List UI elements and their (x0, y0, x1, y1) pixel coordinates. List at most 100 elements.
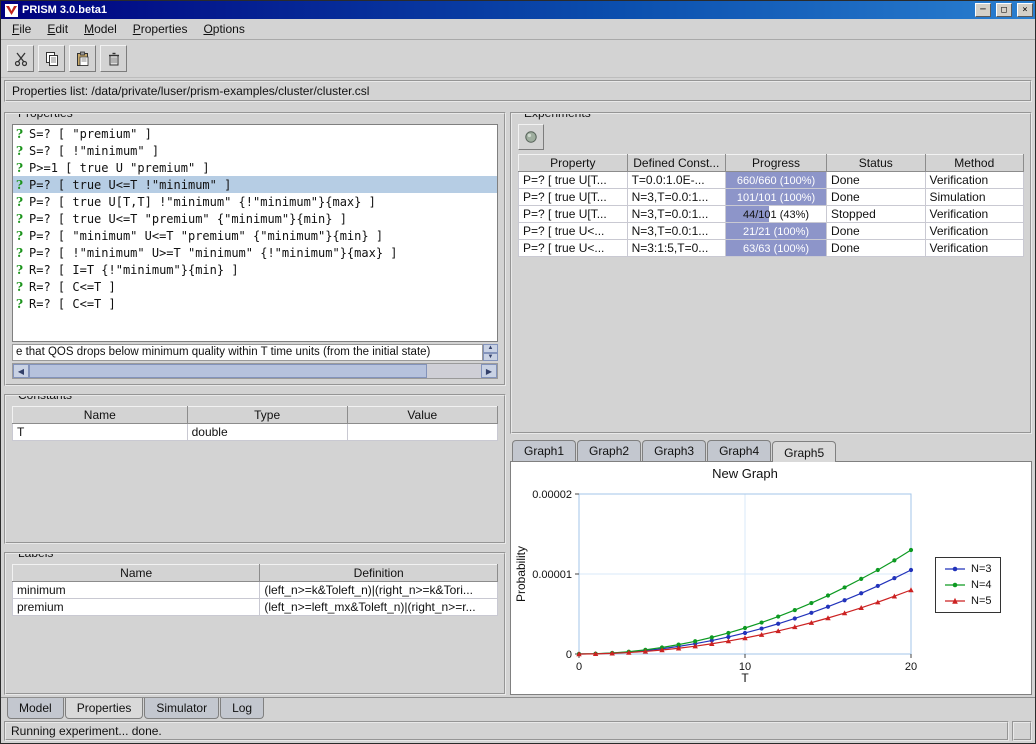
svg-text:20: 20 (905, 661, 917, 673)
menu-properties[interactable]: Properties (126, 19, 195, 39)
property-item[interactable]: ?P>=1 [ true U "premium" ] (13, 159, 497, 176)
property-item[interactable]: ?R=? [ C<=T ] (13, 278, 497, 295)
stop-experiment-button[interactable] (518, 124, 544, 150)
properties-list-path: Properties list: /data/private/luser/pri… (4, 80, 1032, 102)
tab-model[interactable]: Model (7, 698, 64, 719)
scroll-down-icon[interactable]: ▼ (483, 353, 498, 362)
constant-value[interactable] (347, 424, 497, 441)
legend-entry: N=3 (944, 563, 992, 575)
tab-graph1[interactable]: Graph1 (512, 440, 576, 461)
tab-graph5[interactable]: Graph5 (772, 441, 836, 462)
experiment-constants: N=3,T=0.0:1... (627, 189, 725, 206)
status-message: Running experiment... done. (4, 721, 1009, 741)
question-icon: ? (16, 246, 23, 260)
property-item[interactable]: ?S=? [ "premium" ] (13, 125, 497, 142)
window-title: PRISM 3.0.beta1 (22, 4, 970, 16)
tool-bar (1, 40, 1035, 78)
properties-panel-title: Properties (14, 112, 77, 121)
column-header[interactable]: Name (13, 565, 260, 582)
paste-button[interactable] (69, 45, 96, 72)
properties-list[interactable]: ?S=? [ "premium" ] ?S=? [ !"minimum" ] ?… (12, 124, 498, 342)
tab-graph3[interactable]: Graph3 (642, 440, 706, 461)
chart-area: 0102000.000010.00002TProbability N=3N=4N… (513, 486, 1029, 684)
experiment-property: P=? [ true U[T... (519, 189, 628, 206)
experiment-status: Stopped (827, 206, 925, 223)
column-header[interactable]: Value (347, 407, 497, 424)
scrollbar-thumb[interactable] (29, 364, 427, 378)
constants-table: Name Type Value T double (12, 406, 498, 441)
horizontal-scrollbar[interactable]: ◀ ▶ (12, 363, 498, 379)
title-bar[interactable]: PRISM 3.0.beta1 ─ □ × (1, 1, 1035, 19)
question-icon: ? (16, 297, 23, 311)
experiment-row[interactable]: P=? [ true U[T... N=3,T=0.0:1... 44/101 … (519, 206, 1024, 223)
tab-graph4[interactable]: Graph4 (707, 440, 771, 461)
column-header[interactable]: Defined Const... (627, 155, 725, 172)
experiment-row[interactable]: P=? [ true U[T... N=3,T=0.0:1... 101/101… (519, 189, 1024, 206)
property-text: P=? [ true U<=T "premium" {"minimum"}{mi… (29, 212, 347, 226)
prism-window: PRISM 3.0.beta1 ─ □ × File Edit Model Pr… (0, 0, 1036, 744)
column-header[interactable]: Definition (260, 565, 498, 582)
experiment-method: Verification (925, 172, 1024, 189)
property-text: S=? [ !"minimum" ] (29, 144, 159, 158)
column-header[interactable]: Property (519, 155, 628, 172)
scroll-up-icon[interactable]: ▲ (483, 344, 498, 353)
property-item[interactable]: ?R=? [ I=T {!"minimum"}{min} ] (13, 261, 497, 278)
menu-edit[interactable]: Edit (40, 19, 75, 39)
experiment-property: P=? [ true U<... (519, 240, 628, 257)
cut-button[interactable] (7, 45, 34, 72)
menu-file[interactable]: File (5, 19, 38, 39)
experiment-method: Verification (925, 240, 1024, 257)
labels-panel: Labels Name Definition minimum (left_n>=… (4, 552, 506, 695)
question-icon: ? (16, 229, 23, 243)
tab-properties[interactable]: Properties (65, 698, 144, 719)
column-header[interactable]: Status (827, 155, 925, 172)
label-name: minimum (13, 582, 260, 599)
column-header[interactable]: Type (187, 407, 347, 424)
copy-button[interactable] (38, 45, 65, 72)
progress-bar: 21/21 (100%) (726, 223, 827, 240)
label-row[interactable]: premium (left_n>=left_mx&Toleft_n)|(righ… (13, 599, 498, 616)
maximize-icon[interactable]: □ (996, 3, 1012, 17)
resize-grip[interactable] (1012, 721, 1032, 741)
experiment-row[interactable]: P=? [ true U<... N=3:1:5,T=0... 63/63 (1… (519, 240, 1024, 257)
column-header[interactable]: Progress (726, 155, 827, 172)
menu-options[interactable]: Options (196, 19, 251, 39)
property-item[interactable]: ?P=? [ true U[T,T] !"minimum" {!"minimum… (13, 193, 497, 210)
tab-simulator[interactable]: Simulator (144, 698, 219, 719)
experiment-row[interactable]: P=? [ true U<... N=3,T=0.0:1... 21/21 (1… (519, 223, 1024, 240)
scroll-right-icon[interactable]: ▶ (481, 364, 497, 378)
experiment-row[interactable]: P=? [ true U[T... T=0.0:1.0E-... 660/660… (519, 172, 1024, 189)
minimize-icon[interactable]: ─ (975, 3, 991, 17)
property-item[interactable]: ?P=? [ "minimum" U<=T "premium" {"minimu… (13, 227, 497, 244)
property-item[interactable]: ?P=? [ !"minimum" U>=T "minimum" {!"mini… (13, 244, 497, 261)
scrollbar-track[interactable] (29, 364, 481, 378)
experiment-method: Simulation (925, 189, 1024, 206)
column-header[interactable]: Method (925, 155, 1024, 172)
tab-log[interactable]: Log (220, 698, 264, 719)
progress-text: 21/21 (100%) (743, 226, 809, 238)
svg-text:0.00002: 0.00002 (532, 489, 572, 501)
experiment-method: Verification (925, 206, 1024, 223)
tab-graph2[interactable]: Graph2 (577, 440, 641, 461)
experiment-status: Done (827, 189, 925, 206)
close-icon[interactable]: × (1017, 3, 1033, 17)
property-text: P=? [ true U[T,T] !"minimum" {!"minimum"… (29, 195, 376, 209)
label-row[interactable]: minimum (left_n>=k&Toleft_n)|(right_n>=k… (13, 582, 498, 599)
property-text: R=? [ C<=T ] (29, 297, 116, 311)
app-icon (5, 4, 18, 17)
property-comment-row: e that QOS drops below minimum quality w… (12, 344, 498, 361)
delete-button[interactable] (100, 45, 127, 72)
menu-model[interactable]: Model (77, 19, 124, 39)
experiments-panel-title: Experiments (520, 112, 595, 121)
property-item[interactable]: ?S=? [ !"minimum" ] (13, 142, 497, 159)
question-icon: ? (16, 161, 23, 175)
property-item[interactable]: ? R=? [ C<=T ] (13, 295, 497, 312)
main-tabs: Model Properties Simulator Log (1, 697, 1035, 719)
column-header[interactable]: Name (13, 407, 188, 424)
constant-row[interactable]: T double (13, 424, 498, 441)
property-item[interactable]: ?P=? [ true U<=T "premium" {"minimum"}{m… (13, 210, 497, 227)
status-bar: Running experiment... done. (1, 719, 1035, 743)
property-item-selected[interactable]: ?P=? [ true U<=T !"minimum" ] (13, 176, 497, 193)
chart-legend: N=3N=4N=5 (935, 557, 1001, 613)
scroll-left-icon[interactable]: ◀ (13, 364, 29, 378)
